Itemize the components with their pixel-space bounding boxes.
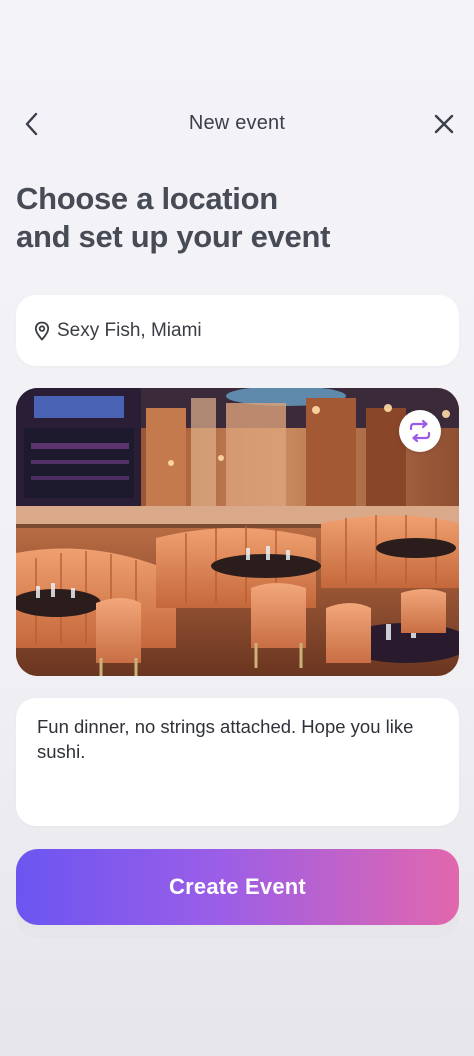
map-pin-icon <box>34 321 50 341</box>
venue-photo <box>16 388 459 676</box>
description-text: Fun dinner, no strings attached. Hope yo… <box>37 716 414 762</box>
header-bar: New event <box>0 100 474 148</box>
location-value: Sexy Fish, Miami <box>57 319 202 341</box>
header-title: New event <box>188 112 286 134</box>
description-field[interactable]: Fun dinner, no strings attached. Hope yo… <box>16 698 459 826</box>
swap-arrows-icon <box>409 420 431 442</box>
page-title-line-1: Choose a location <box>16 181 278 216</box>
close-button[interactable] <box>428 108 460 140</box>
location-field[interactable]: Sexy Fish, Miami <box>16 295 459 366</box>
create-event-label: Create Event <box>169 874 306 899</box>
close-icon <box>434 114 454 134</box>
restaurant-interior-image <box>16 388 459 676</box>
page-title: Choose a location and set up your event <box>16 180 456 256</box>
page-title-line-2: and set up your event <box>16 219 331 254</box>
create-event-button[interactable]: Create Event <box>16 849 459 925</box>
swap-photo-button[interactable] <box>399 410 441 452</box>
